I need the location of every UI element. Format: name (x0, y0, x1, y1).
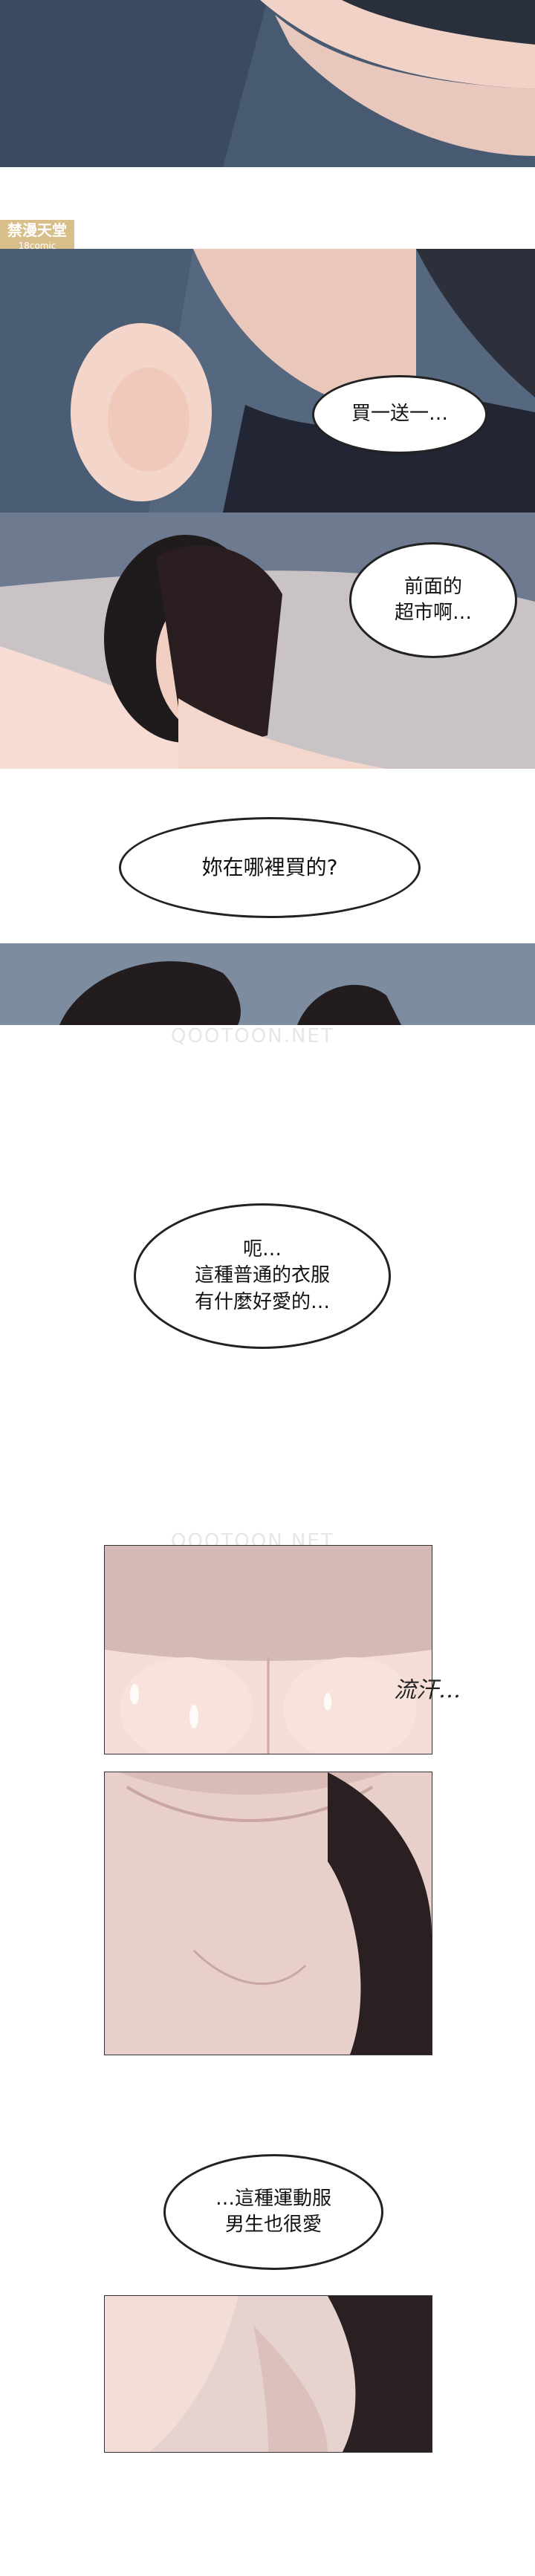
speech-bubble-3-text: 妳在哪裡買的? (201, 855, 338, 880)
speech-bubble-1-text: 買一送一… (351, 403, 448, 426)
speech-bubble-2-text: 前面的 超市啊… (394, 575, 472, 624)
speech-bubble-1: 買一送一… (312, 375, 487, 454)
panel-7-art (105, 2296, 432, 2452)
site-badge-title: 禁漫天堂 (7, 221, 67, 239)
panel-6-art (105, 1772, 432, 2055)
panel-4-art (0, 943, 535, 1025)
speech-bubble-4: 呃… 這種普通的衣服 有什麼好愛的… (134, 1203, 391, 1349)
speech-bubble-2: 前面的 超市啊… (349, 542, 517, 658)
panel-3: 前面的 超市啊… (0, 513, 535, 769)
panel-1 (0, 0, 535, 167)
panel-6 (104, 1772, 432, 2055)
panel-2-art (0, 249, 535, 513)
panel-2: 買一送一… (0, 249, 535, 513)
panel-5 (104, 1545, 432, 1754)
speech-bubble-5: …這種運動服 男生也很愛 (163, 2154, 383, 2270)
panel-4 (0, 943, 535, 1025)
sfx-sweat: 流汗… (394, 1677, 461, 1703)
panel-1-art (0, 0, 535, 167)
panel-7 (104, 2295, 432, 2453)
watermark-qootoon-1: QOOTOON.NET (171, 1025, 334, 1047)
speech-bubble-4-text: 呃… 這種普通的衣服 有什麼好愛的… (194, 1238, 330, 1313)
speech-bubble-5-text: …這種運動服 男生也很愛 (215, 2187, 331, 2236)
speech-bubble-3: 妳在哪裡買的? (119, 817, 421, 918)
panel-5-art (105, 1546, 432, 1754)
